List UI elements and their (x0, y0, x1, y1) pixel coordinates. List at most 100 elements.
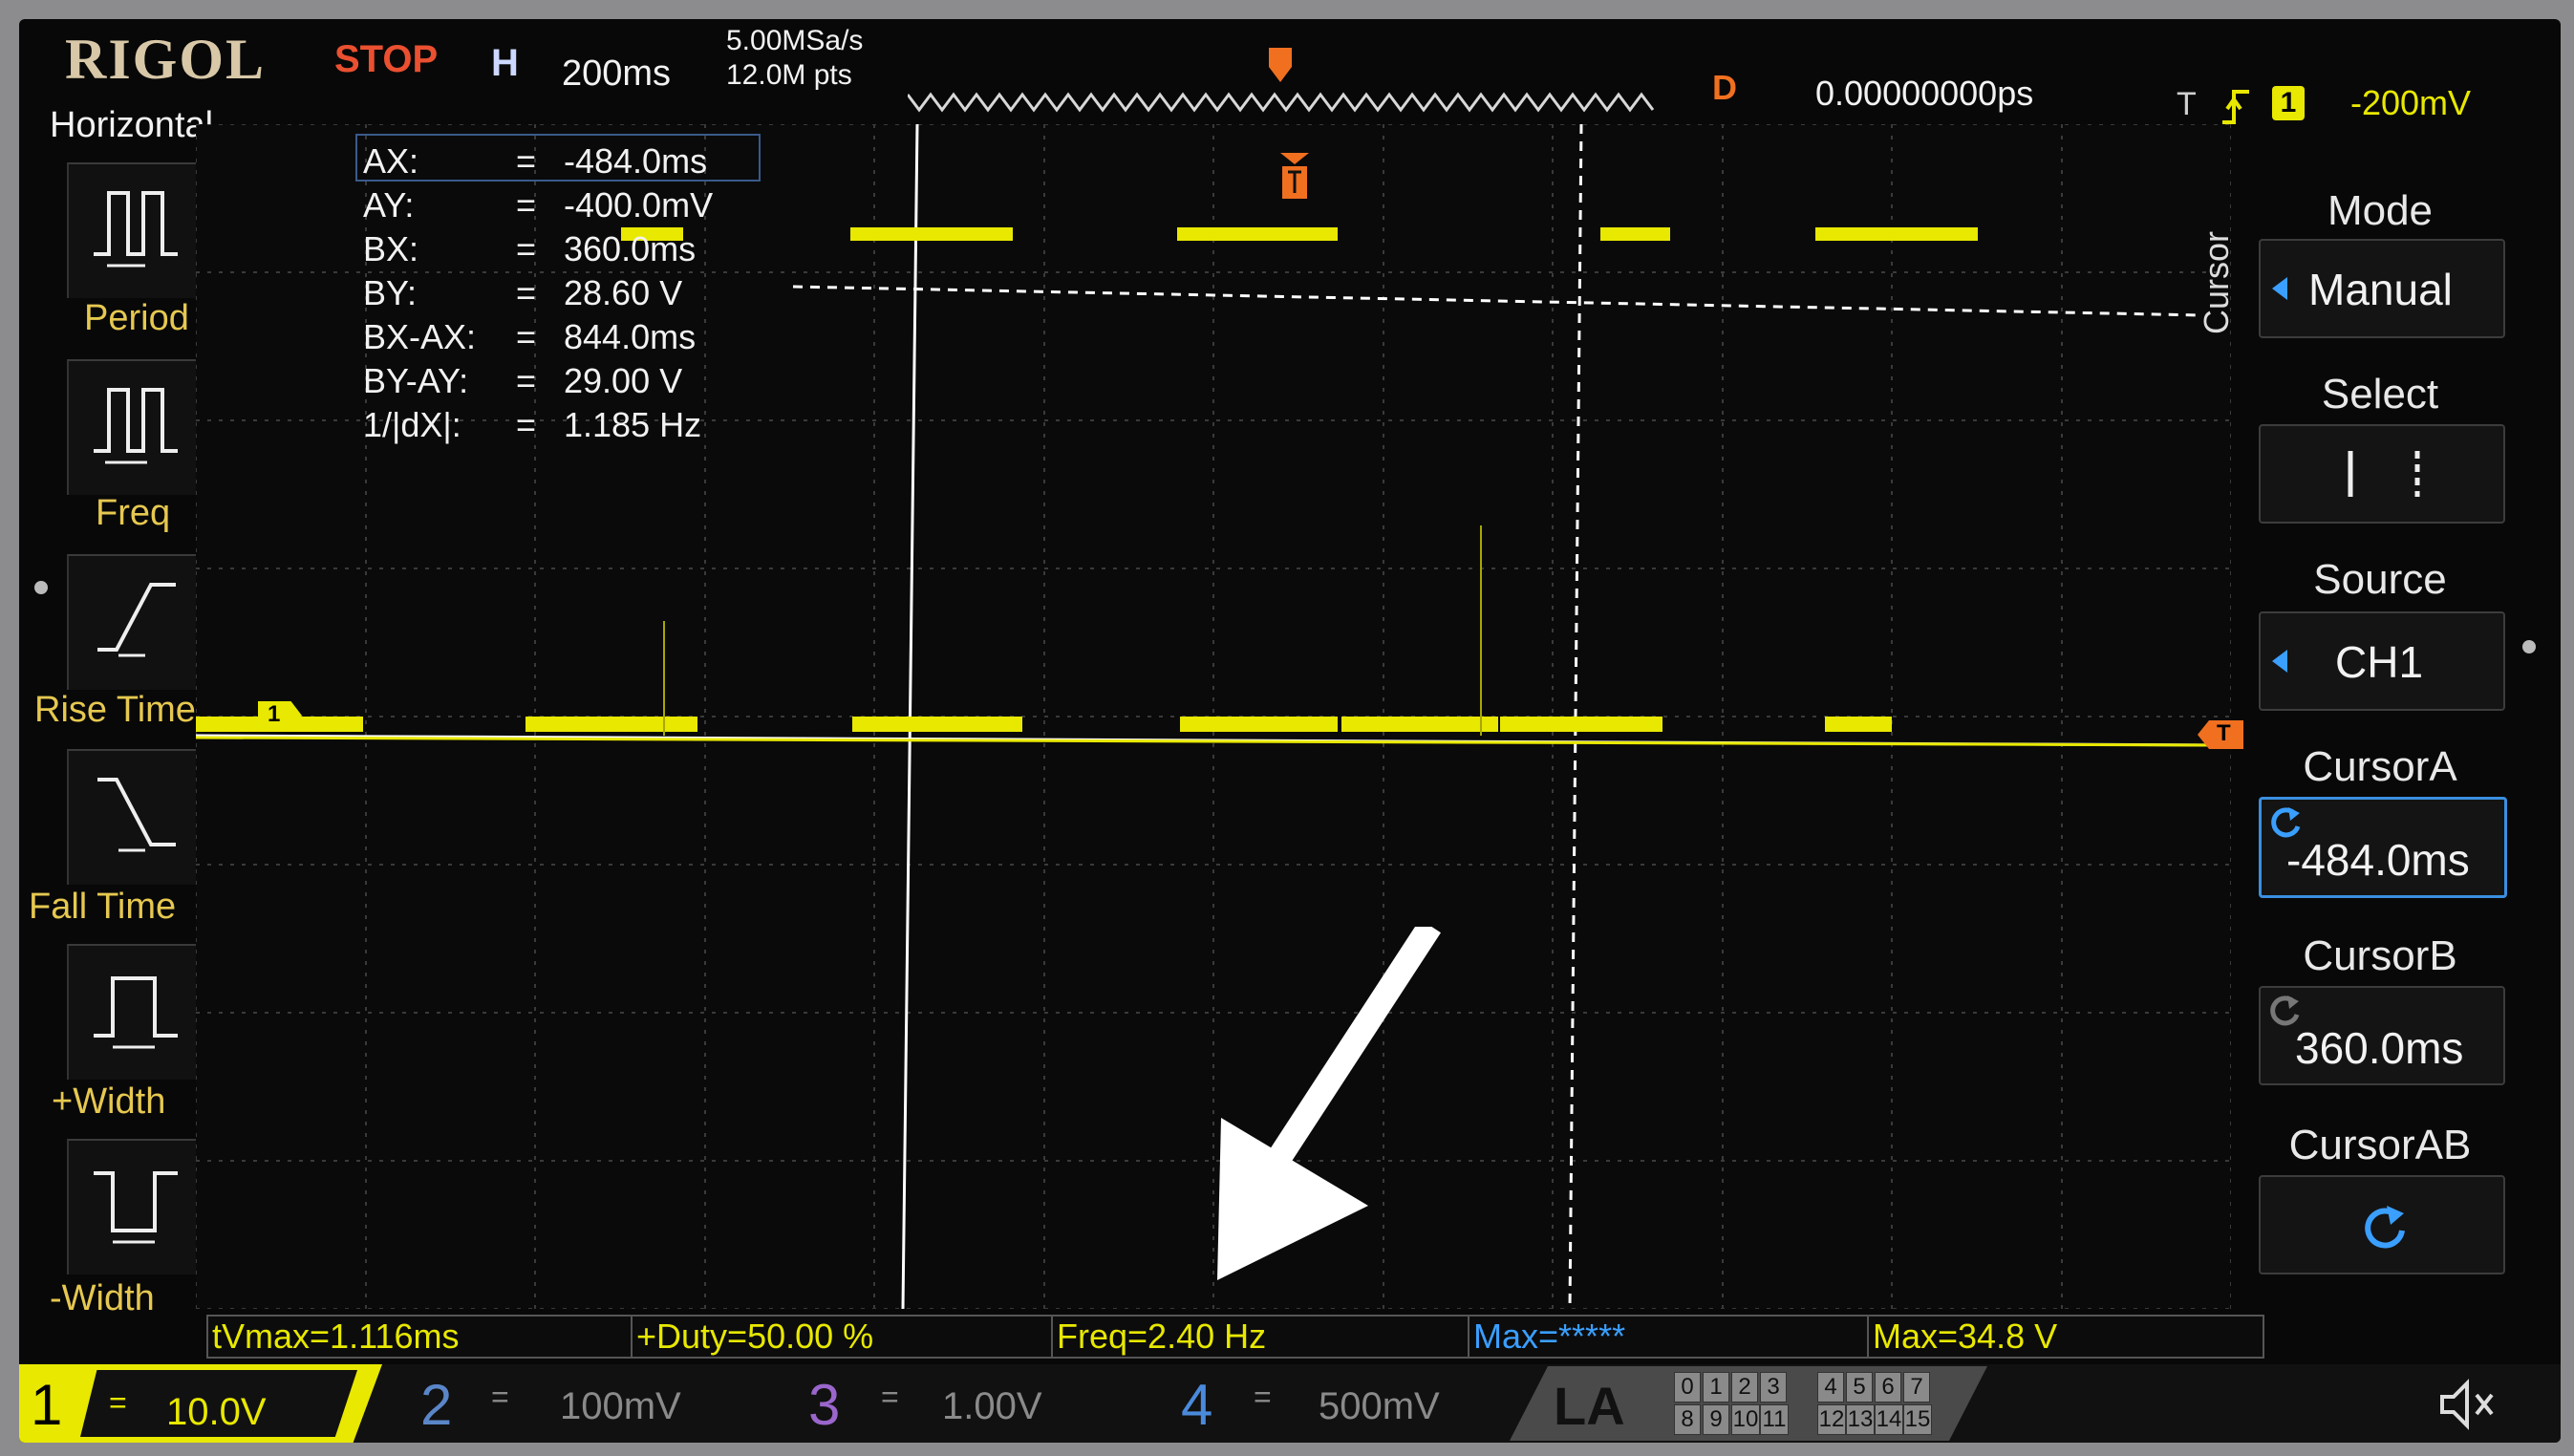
ch3-number[interactable]: 3 (808, 1372, 840, 1438)
ch1-scale-box: = 10.0V (80, 1370, 357, 1437)
ch1-trace-segment (852, 717, 1022, 732)
timebase-value[interactable]: 200ms (562, 55, 671, 92)
la-bit-1: 1 (1703, 1372, 1729, 1402)
rising-edge-icon (2222, 90, 2249, 124)
trigger-t-icon: T (2177, 86, 2197, 122)
plus-width-icon (94, 976, 178, 1049)
rise-time-icon (97, 583, 176, 657)
source-button[interactable]: CH1 (2259, 611, 2505, 711)
fall-time-label: Fall Time (29, 887, 177, 927)
ch4-scale[interactable]: 500mV (1319, 1385, 1440, 1428)
ch1-trace-pulse (1600, 227, 1670, 241)
ch1-trace-segment (526, 717, 697, 732)
source-value: CH1 (2335, 637, 2424, 687)
cursor-ab-button[interactable] (2259, 1175, 2505, 1274)
la-bit-3: 3 (1760, 1372, 1787, 1402)
cursor-b-value: 360.0ms (2295, 1023, 2464, 1073)
ch1-status[interactable]: 1 = 10.0V (19, 1364, 382, 1443)
measurement-duty[interactable]: +Duty=50.00 % (631, 1315, 1059, 1359)
ch1-scale: 10.0V (166, 1391, 267, 1433)
channel-bar: 1 = 10.0V 2 = 100mV 3 = 1.00V 4 = 500mV … (19, 1364, 2561, 1443)
freq-icon (94, 388, 178, 464)
menu-title-horizontal: Horizontal (50, 105, 214, 145)
cursor-ab-heading: CursorAB (2288, 1122, 2472, 1168)
measurement-freq[interactable]: Freq=2.40 Hz (1051, 1315, 1475, 1359)
mode-heading: Mode (2327, 187, 2434, 234)
left-arrow-icon (2272, 650, 2287, 673)
period-icon (94, 191, 178, 268)
scope-screen: RIGOL STOP H 200ms 5.00MSa/s 12.0M pts D… (19, 19, 2561, 1443)
rise-time-label: Rise Time (34, 690, 196, 730)
select-heading: Select (2321, 371, 2439, 418)
la-bit-11: 11 (1760, 1404, 1789, 1435)
la-bit-6: 6 (1875, 1372, 1901, 1402)
la-status[interactable]: LA 01234567 8 9 10 11 12 13 14 15 (1510, 1366, 1987, 1441)
period-label: Period (84, 298, 189, 338)
trigger-level[interactable]: -200mV (2350, 86, 2471, 120)
mode-button[interactable]: Manual (2259, 239, 2505, 338)
minus-width-label: -Width (50, 1278, 155, 1318)
ch1-trace-pulse (850, 227, 1013, 241)
la-bit-12: 12 (1817, 1404, 1846, 1435)
brand-logo: RIGOL (65, 28, 267, 91)
ch4-number[interactable]: 4 (1181, 1372, 1212, 1438)
delay-label: D (1712, 68, 1737, 107)
minus-width-button[interactable] (67, 1139, 203, 1274)
period-button[interactable] (67, 162, 203, 298)
la-bit-2: 2 (1731, 1372, 1758, 1402)
ch1-number: 1 (31, 1373, 63, 1437)
la-label: LA (1554, 1376, 1625, 1436)
left-arrow-icon (2272, 277, 2287, 300)
trigger-marker-label: T (2217, 720, 2231, 746)
la-bit-5: 5 (1846, 1372, 1873, 1402)
minus-width-icon (94, 1171, 178, 1244)
la-bit-8: 8 (1674, 1404, 1701, 1435)
menu-page-dot (34, 581, 48, 594)
delay-value[interactable]: 0.00000000ps (1815, 76, 2033, 111)
select-button[interactable] (2259, 424, 2505, 524)
la-bit-14: 14 (1875, 1404, 1903, 1435)
rise-time-button[interactable] (67, 554, 203, 690)
fall-time-button[interactable] (67, 749, 203, 885)
cursor-b-heading: CursorB (2303, 932, 2457, 979)
ch1-trace-pulse (1815, 227, 1978, 241)
ch1-trace-segment (1825, 717, 1892, 732)
trigger-position-marker-icon[interactable] (1278, 151, 1311, 201)
rotate-knob-icon (2365, 1206, 2405, 1249)
measurement-max-invalid[interactable]: Max=***** (1468, 1315, 1875, 1359)
overview-trigger-marker-icon (1269, 48, 1292, 82)
ch3-scale[interactable]: 1.00V (942, 1385, 1042, 1428)
freq-label: Freq (96, 493, 171, 533)
ch2-number[interactable]: 2 (420, 1372, 452, 1438)
mode-value: Manual (2308, 265, 2453, 314)
measurement-vmax-time[interactable]: tVmax=1.116ms (206, 1315, 638, 1359)
freq-button[interactable] (67, 359, 203, 495)
fall-time-icon (97, 778, 176, 852)
timebase-label: H (491, 42, 519, 84)
cursor-b-button[interactable]: 360.0ms (2259, 986, 2505, 1085)
plus-width-button[interactable] (67, 944, 203, 1080)
run-state[interactable]: STOP (334, 40, 438, 78)
source-heading: Source (2313, 556, 2447, 603)
memory-depth: 12.0M pts (726, 59, 852, 91)
measurement-max[interactable]: Max=34.8 V (1867, 1315, 2264, 1359)
cursor-a-button[interactable]: -484.0ms (2259, 797, 2507, 898)
plus-width-label: +Width (52, 1081, 166, 1122)
ch1-marker-label: 1 (268, 701, 281, 727)
ch1-trace-pulse (1177, 227, 1338, 241)
la-bit-10: 10 (1731, 1404, 1760, 1435)
select-cursors-icon (2348, 451, 2420, 497)
la-bit-0: 0 (1674, 1372, 1701, 1402)
trigger-channel-badge: 1 (2272, 86, 2305, 120)
ch4-coupling: = (1254, 1380, 1272, 1414)
ch2-coupling: = (491, 1380, 509, 1414)
la-bit-7: 7 (1903, 1372, 1930, 1402)
mute-speaker-icon[interactable] (2436, 1376, 2503, 1433)
ch2-scale[interactable]: 100mV (560, 1385, 681, 1428)
sample-rate: 5.00MSa/s (726, 25, 864, 56)
la-bit-15: 15 (1903, 1404, 1932, 1435)
la-bit-4: 4 (1817, 1372, 1844, 1402)
ch1-trace-segment (1500, 717, 1662, 732)
cursor-a-heading: CursorA (2303, 743, 2457, 790)
annotation-arrow-icon (1217, 927, 1441, 1280)
